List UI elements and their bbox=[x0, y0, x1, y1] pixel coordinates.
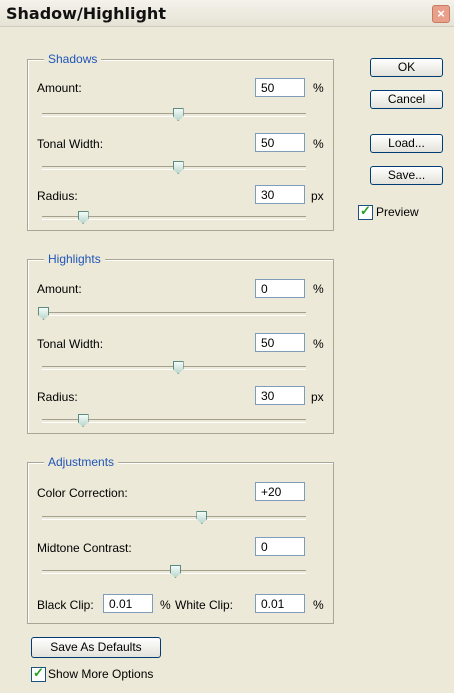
shadows-amount-label: Amount: bbox=[37, 81, 82, 95]
checkmark-icon: ✓ bbox=[33, 665, 44, 680]
save-as-defaults-button[interactable]: Save As Defaults bbox=[31, 637, 161, 658]
shadows-radius-slider[interactable] bbox=[42, 211, 306, 224]
color-correction-label: Color Correction: bbox=[37, 486, 128, 500]
cancel-button[interactable]: Cancel bbox=[370, 90, 443, 109]
close-icon: × bbox=[437, 6, 445, 21]
shadows-radius-input[interactable]: 30 bbox=[255, 185, 305, 204]
highlights-tonal-width-slider[interactable] bbox=[42, 361, 306, 374]
white-clip-label: White Clip: bbox=[175, 598, 234, 612]
midtone-contrast-slider[interactable] bbox=[42, 565, 306, 578]
adjustments-legend: Adjustments bbox=[44, 455, 119, 469]
highlights-tonal-width-input[interactable]: 50 bbox=[255, 333, 305, 352]
show-more-options-label: Show More Options bbox=[48, 667, 154, 681]
highlights-tonal-width-unit: % bbox=[313, 337, 324, 351]
color-correction-slider[interactable] bbox=[42, 511, 306, 524]
highlights-radius-input[interactable]: 30 bbox=[255, 386, 305, 405]
shadows-radius-label: Radius: bbox=[37, 189, 78, 203]
shadows-amount-input[interactable]: 50 bbox=[255, 78, 305, 97]
adjustments-group: Adjustments Color Correction: +20 Midton… bbox=[27, 455, 334, 624]
black-clip-unit: % bbox=[160, 598, 171, 612]
shadows-radius-slider-thumb[interactable] bbox=[77, 211, 89, 224]
highlights-radius-slider[interactable] bbox=[42, 414, 306, 427]
shadows-amount-slider-thumb[interactable] bbox=[172, 108, 184, 121]
shadows-tonal-width-slider-thumb[interactable] bbox=[172, 161, 184, 174]
highlights-group: Highlights Amount: 0 % Tonal Width: 50 %… bbox=[27, 252, 334, 434]
preview-checkbox[interactable]: ✓ Preview bbox=[358, 203, 448, 220]
ok-button[interactable]: OK bbox=[370, 58, 443, 77]
highlights-amount-slider-thumb[interactable] bbox=[38, 307, 49, 320]
close-button[interactable]: × bbox=[432, 5, 450, 23]
highlights-tonal-width-slider-thumb[interactable] bbox=[172, 361, 184, 374]
highlights-radius-slider-thumb[interactable] bbox=[77, 414, 89, 427]
midtone-contrast-input[interactable]: 0 bbox=[255, 537, 305, 556]
shadows-tonal-width-slider[interactable] bbox=[42, 161, 306, 174]
dialog-title: Shadow/Highlight bbox=[6, 4, 166, 23]
highlights-amount-unit: % bbox=[313, 282, 324, 296]
highlights-tonal-width-label: Tonal Width: bbox=[37, 337, 104, 351]
highlights-radius-unit: px bbox=[311, 390, 324, 404]
white-clip-input[interactable]: 0.01 bbox=[255, 594, 305, 613]
shadows-amount-slider[interactable] bbox=[42, 108, 306, 121]
white-clip-unit: % bbox=[313, 598, 324, 612]
highlights-amount-input[interactable]: 0 bbox=[255, 279, 305, 298]
shadows-tonal-width-unit: % bbox=[313, 137, 324, 151]
black-clip-input[interactable]: 0.01 bbox=[103, 594, 153, 613]
shadows-amount-unit: % bbox=[313, 81, 324, 95]
load-button[interactable]: Load... bbox=[370, 134, 443, 153]
highlights-radius-label: Radius: bbox=[37, 390, 78, 404]
shadows-tonal-width-input[interactable]: 50 bbox=[255, 133, 305, 152]
preview-checkbox-box[interactable]: ✓ bbox=[358, 203, 373, 220]
color-correction-input[interactable]: +20 bbox=[255, 482, 305, 501]
shadows-radius-unit: px bbox=[311, 189, 324, 203]
shadows-legend: Shadows bbox=[44, 52, 102, 66]
highlights-amount-slider[interactable] bbox=[38, 307, 306, 320]
midtone-contrast-slider-thumb[interactable] bbox=[170, 565, 181, 578]
preview-label: Preview bbox=[376, 205, 419, 219]
highlights-amount-label: Amount: bbox=[37, 282, 82, 296]
save-button[interactable]: Save... bbox=[370, 166, 443, 185]
title-bar: Shadow/Highlight × bbox=[0, 0, 454, 27]
shadows-tonal-width-label: Tonal Width: bbox=[37, 137, 104, 151]
color-correction-slider-thumb[interactable] bbox=[196, 511, 208, 524]
shadows-group: Shadows Amount: 50 % Tonal Width: 50 % R… bbox=[27, 52, 334, 231]
black-clip-label: Black Clip: bbox=[37, 598, 94, 612]
show-more-options-checkbox[interactable]: ✓ Show More Options bbox=[31, 665, 201, 682]
show-more-options-box[interactable]: ✓ bbox=[31, 665, 46, 682]
highlights-legend: Highlights bbox=[44, 252, 105, 266]
midtone-contrast-label: Midtone Contrast: bbox=[37, 541, 132, 555]
checkmark-icon: ✓ bbox=[360, 203, 371, 218]
